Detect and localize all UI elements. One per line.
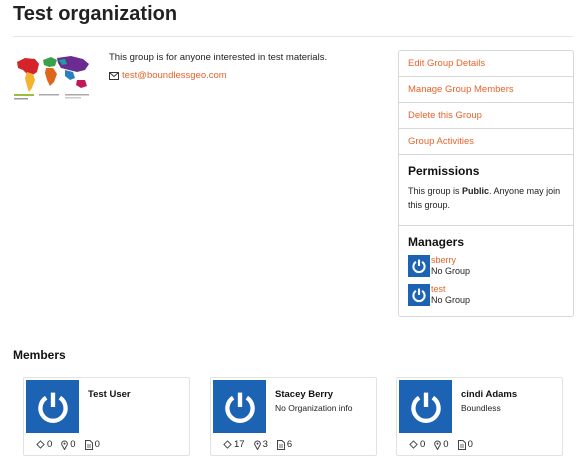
map-pin-icon [434,440,442,450]
page-title: Test organization [13,3,178,25]
avatar[interactable] [399,380,452,433]
member-card[interactable]: Test User 0 0 0 [23,377,190,456]
managers-heading: Managers [408,235,465,249]
manager-group: No Group [431,266,471,276]
manage-group-members-link[interactable]: Manage Group Members [399,77,573,103]
group-actions-panel: Edit Group Details Manage Group Members … [398,50,574,317]
manager-item: test No Group [408,284,564,306]
member-org: No Organization info [275,403,353,413]
avatar[interactable] [408,255,430,277]
group-logo [13,50,95,104]
layers-count: 0 [47,439,53,450]
member-stats: 0 0 0 [409,439,482,450]
documents-count: 0 [467,439,473,450]
document-icon [457,439,466,450]
diamond-icon [223,440,232,449]
avatar[interactable] [408,284,430,306]
layers-count: 0 [420,439,426,450]
permissions-section: Permissions This group is Public. Anyone… [399,155,573,226]
member-name[interactable]: Stacey Berry [275,389,333,400]
document-icon [276,439,285,450]
members-heading: Members [13,348,66,362]
member-name[interactable]: Test User [88,389,131,400]
manager-item: sberry No Group [408,255,564,277]
power-icon [412,259,426,274]
member-stats: 0 0 0 [36,439,109,450]
diamond-icon [36,440,45,449]
power-icon [412,288,426,303]
layers-count: 17 [234,439,245,450]
map-pin-icon [61,440,69,450]
manager-username-link[interactable]: test [431,284,446,294]
maps-count: 0 [443,439,449,450]
power-icon [37,392,68,423]
map-pin-icon [253,440,261,450]
group-activities-link[interactable]: Group Activities [399,129,573,155]
avatar[interactable] [26,380,79,433]
manager-group: No Group [431,295,471,305]
power-icon [410,392,441,423]
manager-username-link[interactable]: sberry [431,255,456,265]
avatar[interactable] [213,380,266,433]
delete-group-link[interactable]: Delete this Group [399,103,573,129]
managers-section: Managers sberry No Group test No Group [399,226,573,316]
documents-count: 0 [94,439,100,450]
documents-count: 6 [286,439,293,450]
diamond-icon [409,440,418,449]
maps-count: 3 [262,439,268,450]
envelope-icon [109,71,119,80]
permissions-heading: Permissions [408,164,480,178]
member-org: Boundless [461,403,501,413]
title-divider [13,36,573,37]
member-card[interactable]: Stacey Berry No Organization info 17 3 6 [210,377,377,456]
document-icon [84,439,93,450]
group-email-link[interactable]: test@boundlessgeo.com [122,70,227,81]
power-icon [224,392,255,423]
permissions-text: This group is Public. Anyone may join th… [408,186,561,210]
member-stats: 17 3 6 [223,439,301,450]
member-card[interactable]: cindi Adams Boundless 0 0 0 [396,377,563,456]
maps-count: 0 [70,439,76,450]
group-email: test@boundlessgeo.com [109,70,227,81]
edit-group-details-link[interactable]: Edit Group Details [399,51,573,77]
member-name[interactable]: cindi Adams [461,389,517,400]
group-description: This group is for anyone interested in t… [109,52,328,63]
